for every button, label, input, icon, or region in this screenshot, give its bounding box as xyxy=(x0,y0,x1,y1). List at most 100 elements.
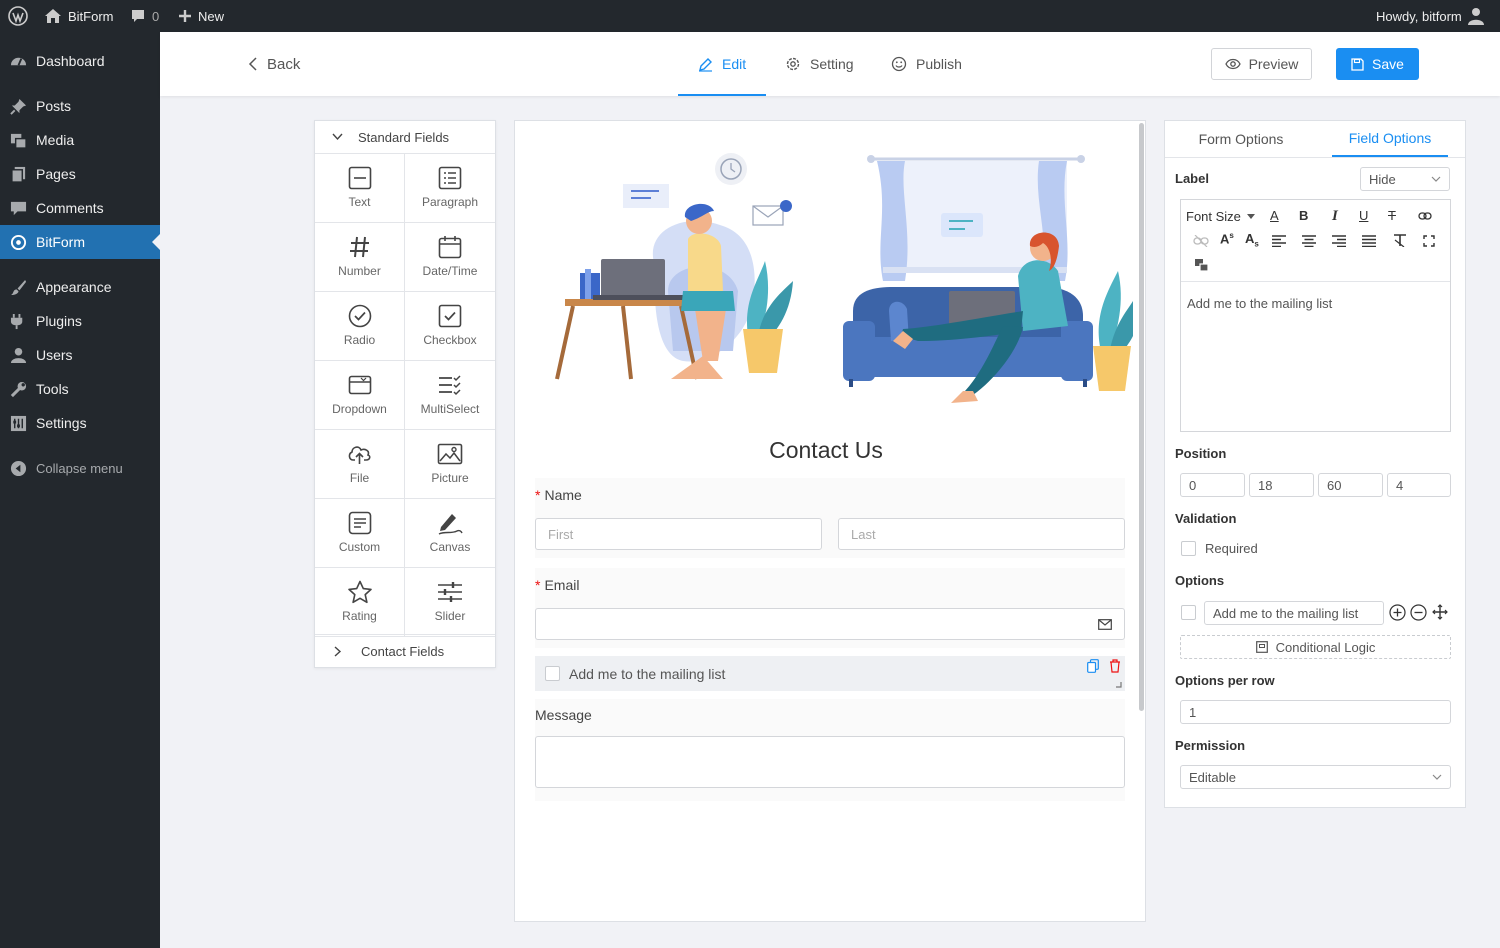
position-input-3[interactable]: 60 xyxy=(1318,473,1383,497)
option-value-input[interactable]: Add me to the mailing list xyxy=(1204,601,1384,625)
chevron-right-icon xyxy=(334,645,342,657)
standard-fields-header[interactable]: Standard Fields xyxy=(315,121,495,153)
field-item-picture[interactable]: Picture xyxy=(405,430,495,499)
site-name-link[interactable]: BitForm xyxy=(44,0,114,32)
sidebar-item-pages[interactable]: Pages xyxy=(0,157,160,191)
field-item-radio[interactable]: Radio xyxy=(315,292,405,361)
sidebar-item-label: Pages xyxy=(36,166,76,182)
sidebar-item-settings[interactable]: Settings xyxy=(0,406,160,440)
field-item-multiselect[interactable]: MultiSelect xyxy=(405,361,495,430)
conditional-logic-button[interactable]: Conditional Logic xyxy=(1180,635,1451,659)
align-justify-icon[interactable] xyxy=(1362,235,1376,247)
sidebar-item-users[interactable]: Users xyxy=(0,338,160,372)
sidebar-item-bitform[interactable]: BitForm xyxy=(0,225,160,259)
option-default-checkbox[interactable] xyxy=(1181,605,1196,620)
drag-handle-icon[interactable] xyxy=(1432,604,1448,620)
sidebar-item-dashboard[interactable]: Dashboard xyxy=(0,44,160,78)
required-checkbox[interactable] xyxy=(1181,541,1196,556)
back-button[interactable]: Back xyxy=(248,32,300,96)
email-input[interactable] xyxy=(535,608,1125,640)
field-item-label: Paragraph xyxy=(421,195,479,209)
form-canvas: Contact Us * Name First Last * Email Add m… xyxy=(514,120,1146,922)
field-item-dropdown[interactable]: Dropdown xyxy=(315,361,405,430)
subscript-button[interactable]: As xyxy=(1245,231,1259,249)
position-input-1[interactable]: 0 xyxy=(1180,473,1245,497)
new-content-link[interactable]: New xyxy=(178,0,224,32)
preview-button[interactable]: Preview xyxy=(1211,48,1312,80)
position-input-4[interactable]: 4 xyxy=(1387,473,1451,497)
resize-handle-icon[interactable] xyxy=(1116,682,1122,688)
unlink-icon[interactable] xyxy=(1193,235,1209,247)
tab-publish[interactable]: Publish xyxy=(891,32,962,96)
mailing-list-checkbox[interactable] xyxy=(545,666,560,681)
field-item-text[interactable]: Text xyxy=(315,154,405,223)
my-account-link[interactable]: Howdy, bitform xyxy=(1376,0,1484,32)
wordpress-logo-icon[interactable] xyxy=(8,0,28,32)
position-input-2[interactable]: 18 xyxy=(1249,473,1314,497)
font-color-button[interactable]: A xyxy=(1270,208,1279,223)
sidebar-item-plugins[interactable]: Plugins xyxy=(0,304,160,338)
strikethrough-button[interactable]: T xyxy=(1388,208,1396,223)
paragraph-icon xyxy=(438,166,462,190)
trash-icon[interactable] xyxy=(1109,659,1121,673)
hash-icon xyxy=(349,236,369,258)
label-visibility-select[interactable]: Hide xyxy=(1360,167,1450,191)
link-icon[interactable] xyxy=(1418,211,1432,221)
collapse-menu-button[interactable]: Collapse menu xyxy=(0,451,160,485)
field-item-canvas[interactable]: Canvas xyxy=(405,499,495,568)
bold-button[interactable]: B xyxy=(1299,208,1308,223)
editor-content[interactable]: Add me to the mailing list xyxy=(1187,296,1332,311)
italic-button[interactable]: I xyxy=(1332,208,1338,225)
clear-format-icon[interactable] xyxy=(1393,234,1407,247)
comment-icon xyxy=(132,10,144,22)
message-textarea[interactable] xyxy=(535,736,1125,788)
contact-fields-header[interactable]: Contact Fields xyxy=(315,635,495,667)
add-circle-icon[interactable] xyxy=(1389,604,1406,621)
first-name-input[interactable]: First xyxy=(535,518,822,550)
field-item-paragraph[interactable]: Paragraph xyxy=(405,154,495,223)
bitform-icon xyxy=(10,234,27,251)
field-item-checkbox[interactable]: Checkbox xyxy=(405,292,495,361)
field-item-slider[interactable]: Slider xyxy=(405,568,495,637)
tab-edit[interactable]: Edit xyxy=(698,32,746,96)
field-item-rating[interactable]: Rating xyxy=(315,568,405,637)
sidebar-item-appearance[interactable]: Appearance xyxy=(0,270,160,304)
tab-setting[interactable]: Setting xyxy=(785,32,854,96)
sidebar-item-tools[interactable]: Tools xyxy=(0,372,160,406)
gear-icon xyxy=(786,57,800,71)
save-button[interactable]: Save xyxy=(1336,48,1419,80)
align-right-icon[interactable] xyxy=(1332,235,1346,247)
underline-button[interactable]: U xyxy=(1359,208,1368,223)
collapse-icon xyxy=(10,460,27,477)
fullscreen-icon[interactable] xyxy=(1423,235,1435,247)
chevron-down-icon xyxy=(1431,176,1441,182)
sidebar-item-label: Appearance xyxy=(36,279,112,295)
align-center-icon[interactable] xyxy=(1302,235,1316,247)
tab-field-options[interactable]: Field Options xyxy=(1332,121,1448,157)
field-item-number[interactable]: Number xyxy=(315,223,405,292)
sidebar-item-label: Comments xyxy=(36,200,104,216)
permission-select[interactable]: Editable xyxy=(1180,765,1451,789)
field-item-file[interactable]: File xyxy=(315,430,405,499)
standard-fields-title: Standard Fields xyxy=(358,129,450,145)
sidebar-item-posts[interactable]: Posts xyxy=(0,89,160,123)
sidebar-item-media[interactable]: Media xyxy=(0,123,160,157)
user-icon xyxy=(10,347,27,364)
field-item-datetime[interactable]: Date/Time xyxy=(405,223,495,292)
align-left-icon[interactable] xyxy=(1272,235,1286,247)
comments-link[interactable]: 0 xyxy=(130,0,159,32)
mailing-list-label: Add me to the mailing list xyxy=(569,666,726,682)
tab-form-options[interactable]: Form Options xyxy=(1185,121,1297,157)
copy-icon[interactable] xyxy=(1087,659,1099,673)
sidebar-item-comments[interactable]: Comments xyxy=(0,191,160,225)
remove-circle-icon[interactable] xyxy=(1410,604,1427,621)
field-item-custom[interactable]: Custom xyxy=(315,499,405,568)
source-code-icon[interactable] xyxy=(1194,258,1210,272)
last-name-input[interactable]: Last xyxy=(838,518,1125,550)
field-item-label: File xyxy=(349,471,370,485)
canvas-scrollbar[interactable] xyxy=(1139,123,1144,711)
mail-icon xyxy=(1098,619,1112,630)
superscript-button[interactable]: As xyxy=(1220,231,1234,246)
options-per-row-input[interactable]: 1 xyxy=(1180,700,1451,724)
font-size-dropdown[interactable]: Font Size xyxy=(1186,209,1255,224)
